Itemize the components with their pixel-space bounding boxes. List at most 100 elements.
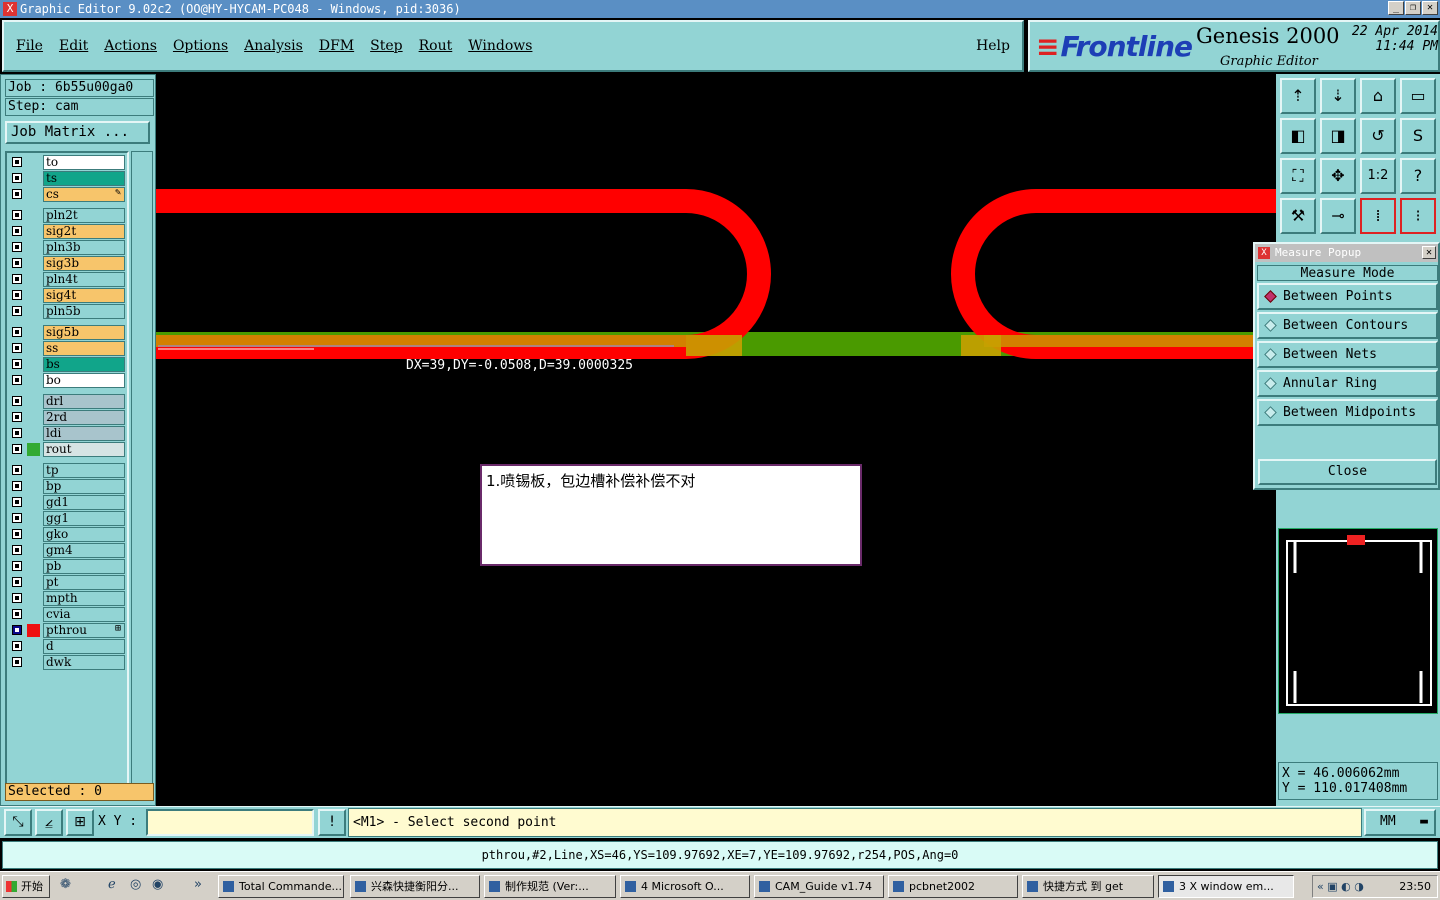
overview-map[interactable] <box>1278 528 1438 714</box>
quicklaunch-app-icon[interactable]: ❁ <box>60 877 71 892</box>
measure-popup-close-icon[interactable]: ✕ <box>1422 246 1436 259</box>
layer-row-dwk[interactable]: dwk <box>9 655 125 670</box>
layer-row-2rd[interactable]: 2rd <box>9 410 125 425</box>
measure-popup-title-bar[interactable]: X Measure Popup ✕ <box>1255 244 1438 262</box>
window-title-bar[interactable]: X Graphic Editor 9.02c2 (OO@HY-HYCAM-PC0… <box>0 0 1440 18</box>
measure-option-annular-ring[interactable]: Annular Ring <box>1257 370 1438 397</box>
layer-name[interactable]: gd1 <box>43 495 125 510</box>
layer-row-bs[interactable]: bs <box>9 357 125 372</box>
layer-checkbox[interactable] <box>12 561 22 571</box>
layer-row-to[interactable]: to <box>9 155 125 170</box>
layer-name[interactable]: pb <box>43 559 125 574</box>
taskbar-item[interactable]: Total Commande... <box>218 875 344 898</box>
layer-checkbox[interactable] <box>12 359 22 369</box>
measure-button[interactable]: ⊸ <box>1320 198 1356 234</box>
layer-checkbox[interactable] <box>12 577 22 587</box>
layer-name[interactable]: ss <box>43 341 125 356</box>
layer-name[interactable]: sig5b <box>43 325 125 340</box>
taskbar-item[interactable]: 兴森快捷衡阳分... <box>350 875 480 898</box>
layer-checkbox[interactable] <box>12 242 22 252</box>
layer-checkbox[interactable] <box>12 657 22 667</box>
layer-row-gd1[interactable]: gd1 <box>9 495 125 510</box>
layer-name[interactable]: gg1 <box>43 511 125 526</box>
layer-name[interactable]: to <box>43 155 125 170</box>
layer-checkbox[interactable] <box>12 428 22 438</box>
layer-row-ts[interactable]: ts <box>9 171 125 186</box>
menu-analysis[interactable]: Analysis <box>244 38 303 54</box>
layer-checkbox[interactable] <box>12 641 22 651</box>
layer-checkbox[interactable] <box>12 290 22 300</box>
layer-checkbox[interactable] <box>12 327 22 337</box>
layer-name[interactable]: sig2t <box>43 224 125 239</box>
layer-name[interactable]: pt <box>43 575 125 590</box>
zoom-out-layer-button[interactable]: ⇡ <box>1280 78 1316 114</box>
layer-row-gm4[interactable]: gm4 <box>9 543 125 558</box>
measure-option-between-midpoints[interactable]: Between Midpoints <box>1257 399 1438 426</box>
layer-row-d[interactable]: d <box>9 639 125 654</box>
layer-name[interactable]: bp <box>43 479 125 494</box>
grid-mode-button[interactable]: ⊞ <box>66 809 94 836</box>
menu-rout[interactable]: Rout <box>419 38 453 54</box>
measure-option-between-points[interactable]: Between Points <box>1257 283 1438 310</box>
layer-row-tp[interactable]: tp <box>9 463 125 478</box>
layer-row-cvia[interactable]: cvia <box>9 607 125 622</box>
layer-checkbox[interactable] <box>12 412 22 422</box>
layer-checkbox[interactable] <box>12 343 22 353</box>
layer-row-pln4t[interactable]: pln4t <box>9 272 125 287</box>
menu-options[interactable]: Options <box>173 38 228 54</box>
left-button[interactable]: ◧ <box>1280 118 1316 154</box>
layer-name[interactable]: bs <box>43 357 125 372</box>
layer-checkbox[interactable] <box>12 189 22 199</box>
layer-name[interactable]: pln4t <box>43 272 125 287</box>
intersect-mode-button[interactable]: ⦤ <box>35 809 63 836</box>
menu-actions[interactable]: Actions <box>104 38 157 54</box>
maximize-button[interactable]: ❐ <box>1405 1 1421 15</box>
layer-row-pln5b[interactable]: pln5b <box>9 304 125 319</box>
layer-checkbox[interactable] <box>12 444 22 454</box>
fit-button[interactable]: ⛶ <box>1280 158 1316 194</box>
layer-row-pln3b[interactable]: pln3b <box>9 240 125 255</box>
layer-name[interactable]: cs <box>43 187 125 202</box>
layer-row-sig5b[interactable]: sig5b <box>9 325 125 340</box>
layer-name[interactable]: pln5b <box>43 304 125 319</box>
layer-checkbox[interactable] <box>12 173 22 183</box>
scale-button[interactable]: 1:2 <box>1360 158 1396 194</box>
home-button[interactable]: ⌂ <box>1360 78 1396 114</box>
close-button[interactable]: ✕ <box>1422 1 1438 15</box>
layer-checkbox[interactable] <box>12 529 22 539</box>
layer-checkbox[interactable] <box>12 306 22 316</box>
layer-name[interactable]: pthrou <box>43 623 125 638</box>
snap-mode-button[interactable]: ⤡ <box>4 809 32 836</box>
layer-name[interactable]: 2rd <box>43 410 125 425</box>
layer-row-cs[interactable]: cs ✎ <box>9 187 125 202</box>
layer-row-sig4t[interactable]: sig4t <box>9 288 125 303</box>
xy-input[interactable] <box>146 809 314 836</box>
quicklaunch-icon-2[interactable]: ◎ <box>130 877 141 892</box>
layer-checkbox[interactable] <box>12 226 22 236</box>
layer-name[interactable]: gm4 <box>43 543 125 558</box>
taskbar-item[interactable]: 4 Microsoft O... <box>620 875 750 898</box>
layer-checkbox[interactable] <box>12 274 22 284</box>
layer-row-drl[interactable]: drl <box>9 394 125 409</box>
layer-checkbox[interactable] <box>12 513 22 523</box>
quicklaunch-icon-3[interactable]: ◉ <box>152 877 163 892</box>
layer-name[interactable]: bo <box>43 373 125 388</box>
taskbar-item[interactable]: 快捷方式 到 get <box>1022 875 1154 898</box>
layer-name[interactable]: tp <box>43 463 125 478</box>
layer-name[interactable]: sig4t <box>43 288 125 303</box>
job-matrix-button[interactable]: Job Matrix ... <box>5 121 150 144</box>
taskbar-item[interactable]: 3 X window em... <box>1158 875 1294 898</box>
net-highlight-button[interactable]: ⁝ <box>1400 198 1436 234</box>
layer-name[interactable]: pln3b <box>43 240 125 255</box>
net-button[interactable]: ⁞ <box>1360 198 1396 234</box>
layer-row-pb[interactable]: pb <box>9 559 125 574</box>
minimize-button[interactable]: _ <box>1388 1 1404 15</box>
layer-checkbox[interactable] <box>12 157 22 167</box>
taskbar-item[interactable]: CAM_Guide v1.74 <box>754 875 884 898</box>
layer-row-pln2t[interactable]: pln2t <box>9 208 125 223</box>
layer-name[interactable]: gko <box>43 527 125 542</box>
layer-row-pthrou[interactable]: pthrou ⊞ <box>9 623 125 638</box>
layer-row-rout[interactable]: rout <box>9 442 125 457</box>
layer-name[interactable]: pln2t <box>43 208 125 223</box>
ie-icon[interactable]: ℯ <box>108 877 116 892</box>
